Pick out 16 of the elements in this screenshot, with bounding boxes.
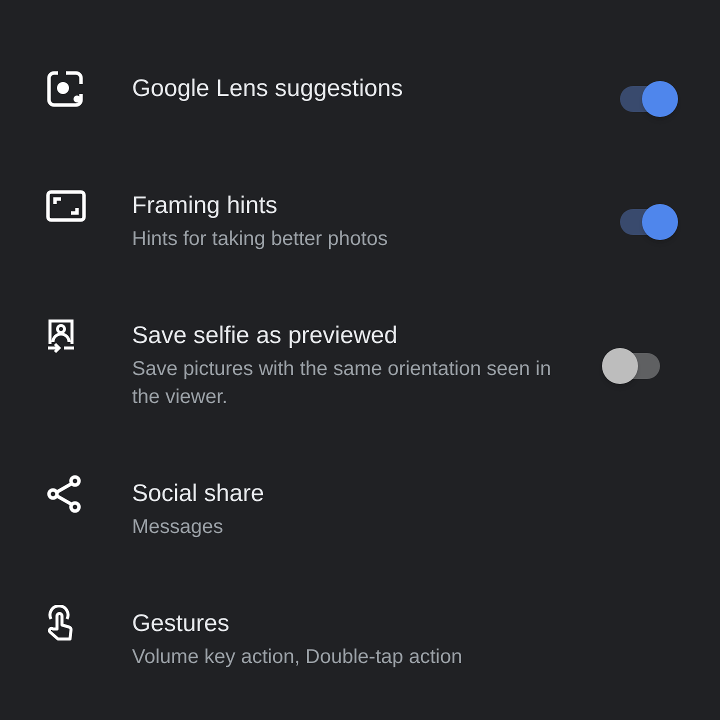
- setting-description: Volume key action, Double-tap action: [132, 645, 464, 670]
- toggle-switch[interactable]: [602, 348, 662, 384]
- setting-description: Hints for taking better photos: [132, 227, 389, 252]
- setting-title: Gestures: [132, 609, 230, 639]
- frame-icon: [46, 190, 86, 222]
- setting-description: Messages: [132, 515, 224, 540]
- setting-title: Social share: [132, 479, 266, 509]
- setting-description: Save pictures with the same orientation seen in the viewer.: [132, 357, 552, 410]
- toggle-switch[interactable]: [618, 80, 678, 116]
- setting-title: Framing hints: [132, 191, 278, 221]
- selfie-icon: [46, 318, 76, 354]
- toggle-switch[interactable]: [618, 204, 678, 240]
- setting-title: Save selfie as previewed: [132, 321, 398, 351]
- lens-icon: [46, 70, 84, 108]
- setting-title: Google Lens suggestions: [132, 74, 404, 104]
- share-icon: [46, 475, 82, 513]
